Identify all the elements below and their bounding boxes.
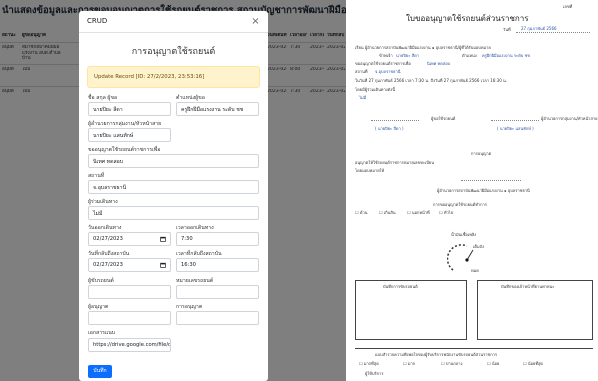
doc-purpose-label: ขออนุญาตใช้รถยนต์ราชการเพื่อ bbox=[355, 61, 411, 66]
form-heading: การอนุญาตใช้รถยนต์ bbox=[131, 47, 216, 57]
checkbox-option[interactable]: ☐ นอกหน้าที่ bbox=[407, 210, 430, 215]
doc-check-section: การขออนุญาตใช้รถยนต์ทำการ bbox=[433, 202, 487, 207]
document-title: ใบขออนุญาตใช้รถยนต์ส่วนราชการ bbox=[406, 14, 529, 23]
plate-label: หมายเลขรถยนต์ bbox=[176, 278, 214, 284]
doc-box-right-title: บันทึกของเจ้าหน้าที่ยานพาหนะ bbox=[501, 284, 555, 289]
approval-label: การอนุญาต bbox=[176, 304, 203, 310]
doc-me-label: ข้าพเจ้า bbox=[379, 53, 393, 58]
survey-option[interactable]: ☐ น้อยที่สุด bbox=[523, 361, 543, 366]
doc-me-value: นายปิยะ สีดา bbox=[396, 53, 419, 58]
doc-date-value: 27 กุมภาพันธ์ 2566 bbox=[521, 26, 557, 31]
doc-trip-line: ในวันที่ 27 กุมภาพันธ์ 2566 เวลา 7:30 น.… bbox=[355, 78, 508, 83]
head-input[interactable]: นายปิยะ แสนทักษ์ bbox=[88, 128, 171, 142]
doc-box-left-title: บันทึกการขับรถยนต์ bbox=[383, 284, 418, 289]
position-input[interactable]: ครูฝึกฝีมือแรงงาน ระดับ ชช bbox=[176, 102, 259, 116]
doc-approval-section: การอนุญาต bbox=[471, 151, 492, 156]
doc-companions-value: ไม่มี bbox=[359, 95, 367, 100]
driver-input[interactable] bbox=[88, 285, 171, 299]
survey-option[interactable]: ☐ มาก bbox=[403, 361, 415, 366]
depart-time-label: เวลาออกเดินทาง bbox=[176, 225, 214, 231]
calendar-icon[interactable] bbox=[160, 236, 166, 242]
approver-label: ผู้อนุญาต bbox=[88, 304, 109, 310]
doc-fuel-label: น้ำมันเชื้อเพลิง bbox=[451, 232, 477, 237]
vehicle-officer-box bbox=[477, 280, 593, 340]
depart-date-label: วันออกเดินทาง bbox=[88, 225, 122, 231]
document-preview: เลขที่ ใบขออนุญาตใช้รถยนต์ส่วนราชการ วัน… bbox=[351, 0, 598, 381]
doc-number-label: เลขที่ bbox=[563, 4, 573, 9]
return-date-label: วันที่กลับถึงสถาบัน bbox=[88, 251, 130, 257]
destination-input[interactable]: จ.อุบลราชธานี bbox=[88, 180, 259, 194]
approver-input[interactable] bbox=[88, 311, 171, 325]
return-time-input[interactable]: 16:30 bbox=[176, 258, 259, 272]
purpose-label: ขออนุญาตใช้รถยนต์ราชการเพื่อ bbox=[88, 147, 161, 153]
driving-log-box bbox=[355, 280, 467, 340]
position-label: ตำแหน่งผู้ขอ bbox=[176, 95, 205, 101]
head-label: ผู้อำนวยการกลุ่มงาน/หัวหน้าสาย bbox=[88, 121, 162, 127]
approval-input[interactable] bbox=[176, 311, 259, 325]
doc-gauge-full: เต็มถัง bbox=[473, 244, 484, 249]
signature-line bbox=[371, 120, 419, 121]
survey-option[interactable]: ☐ มากที่สุด bbox=[359, 361, 379, 366]
doc-pos-label: ตำแหน่ง bbox=[462, 53, 477, 58]
update-alert: Update Record [ID: 27/2/2023, 23:53:16] bbox=[87, 66, 260, 88]
doc-driver-text: โดยมอบหมายให้ bbox=[355, 168, 385, 173]
doc-survey-sign: ผู้ใช้บริการ bbox=[365, 371, 384, 376]
requester-input[interactable]: นายปิยะ สีดา bbox=[88, 102, 171, 116]
doc-sign-requester: ผู้ขอใช้รถยนต์ bbox=[431, 116, 456, 121]
depart-date-input[interactable]: 02/27/2023 bbox=[88, 232, 171, 246]
calendar-icon[interactable] bbox=[160, 262, 166, 268]
driver-label: ผู้ขับรถยนต์ bbox=[88, 278, 114, 284]
doc-to: เรียน ผู้อำนวยการสถาบันพัฒนาฝีมือแรงงาน … bbox=[355, 45, 491, 50]
doc-purpose-value: นิเทศ ทดสอบ bbox=[427, 61, 451, 66]
attachment-label: เอกสารแนบ bbox=[88, 330, 116, 336]
doc-director-title: ผู้อำนวยการสถาบันพัฒนาฝีมือแรงงาน ๑ อุบล… bbox=[437, 188, 530, 193]
return-date-value: 02/27/2023 bbox=[93, 262, 123, 268]
signature-line bbox=[491, 120, 539, 121]
requester-label: ชื่อ สกุล ผู้ขอ bbox=[88, 95, 118, 101]
divider bbox=[355, 348, 593, 349]
checkbox-option[interactable]: ☐ เกินสิน bbox=[379, 210, 396, 215]
doc-approval-text: อนุญาตให้ใช้รถยนต์ราชการหมายเลขทะเบียน bbox=[355, 160, 435, 165]
doc-survey-title: แบบสำรวจความพึงพอใจของผู้รับบริการพนักงา… bbox=[375, 352, 498, 357]
doc-sign-head-name: ( นายปิยะ แสนทักษ์ ) bbox=[497, 126, 534, 131]
attachment-input[interactable]: https://drive.google.com/file/d bbox=[88, 338, 171, 352]
doc-place-value: จ.อุบลราชธานี bbox=[375, 69, 401, 74]
doc-companions-label: โดยมีผู้ร่วมเดินทางดังนี้ bbox=[355, 87, 395, 92]
survey-option[interactable]: ☐ ปานกลาง bbox=[441, 361, 462, 366]
doc-gauge-empty: หมด bbox=[471, 268, 479, 273]
depart-date-value: 02/27/2023 bbox=[93, 236, 123, 242]
doc-place-label: สถานที่ bbox=[355, 69, 368, 74]
doc-sign-requester-name: ( นายปิยะ สีดา ) bbox=[375, 126, 404, 131]
modal-title: CRUD bbox=[87, 17, 108, 25]
divider bbox=[516, 32, 590, 33]
destination-label: สถานที่ bbox=[88, 173, 105, 179]
modal-header: CRUD × bbox=[79, 11, 268, 33]
doc-pos-value: ครูฝึกฝีมือแรงงาน ระดับ ชช bbox=[482, 53, 530, 58]
doc-sign-head: ผู้อำนวยการกลุ่มงาน/หัวหน้าสาย bbox=[541, 116, 598, 121]
companion-label: ผู้ร่วมเดินทาง bbox=[88, 199, 118, 205]
checkbox-option[interactable]: ☐ ทั่วไป bbox=[439, 210, 453, 215]
save-button[interactable]: บันทึก bbox=[88, 365, 112, 378]
companion-input[interactable]: ไม่มี bbox=[88, 206, 259, 220]
doc-date-label: วันที่ bbox=[503, 27, 511, 32]
close-icon[interactable]: × bbox=[249, 15, 262, 28]
signature-line bbox=[461, 180, 521, 181]
checkbox-option[interactable]: ☐ ด้วน bbox=[355, 210, 367, 215]
return-date-input[interactable]: 02/27/2023 bbox=[88, 258, 171, 272]
return-time-label: เวลาที่กลับถึงสถาบัน bbox=[176, 251, 222, 257]
plate-input[interactable] bbox=[176, 285, 259, 299]
survey-option[interactable]: ☐ น้อย bbox=[487, 361, 499, 366]
depart-time-input[interactable]: 7:30 bbox=[176, 232, 259, 246]
purpose-input[interactable]: นิเทศ ทดสอบ bbox=[88, 154, 259, 168]
crud-modal: CRUD × การอนุญาตใช้รถยนต์ Update Record … bbox=[79, 11, 268, 381]
